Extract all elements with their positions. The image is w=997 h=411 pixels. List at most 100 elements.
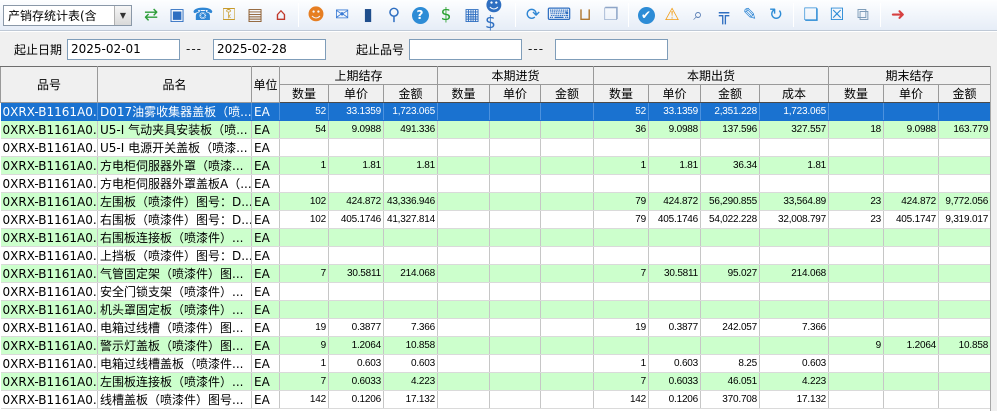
col-header-end-price[interactable]: 单价: [884, 85, 939, 103]
cell-item-name: 电箱过线槽盖板（喷漆件...: [98, 355, 252, 373]
window-icon[interactable]: ❏: [798, 3, 824, 28]
cell-unit: EA: [252, 283, 280, 301]
table-row[interactable]: 0XRX-B1161A0...电箱过线槽（喷漆件）图...EA190.38777…: [1, 319, 991, 337]
cell-pur-1: [490, 157, 541, 175]
table-row[interactable]: 0XRX-B1161A0...上挡板（喷漆件）图号：D...EA: [1, 247, 991, 265]
table-row[interactable]: 0XRX-B1161A0...机头罩固定板（喷漆件）...EA: [1, 301, 991, 319]
cell-prev-0: 19: [280, 319, 329, 337]
cell-item-no: 0XRX-B1161A0...: [1, 319, 98, 337]
table-row[interactable]: 0XRX-B1161A0...电箱过线槽盖板（喷漆件...EA10.6030.6…: [1, 355, 991, 373]
cell-prev-1: 30.5811: [329, 265, 384, 283]
cell-pur-0: [438, 211, 490, 229]
col-header-end-qty[interactable]: 数量: [829, 85, 884, 103]
computer-icon[interactable]: ▣: [164, 3, 190, 28]
col-header-pur-price[interactable]: 单价: [490, 85, 541, 103]
table-row[interactable]: 0XRX-B1161A0...右围板连接板（喷漆件）...EA: [1, 229, 991, 247]
table-row[interactable]: 0XRX-B1161A0...方电柜伺服器外罩盖板A（...EA: [1, 175, 991, 193]
cell-prev-2: 41,327.814: [384, 211, 438, 229]
table-row[interactable]: 0XRX-B1161A0...警示灯盖板（喷漆件）图...EA91.206410…: [1, 337, 991, 355]
cell-prev-2: [384, 175, 438, 193]
chevron-down-icon[interactable]: ▼: [114, 6, 131, 25]
item-from-input[interactable]: [409, 39, 522, 60]
approve-icon[interactable]: ✔: [633, 3, 659, 28]
col-header-ship-qty[interactable]: 数量: [594, 85, 649, 103]
refresh-icon[interactable]: ↻: [763, 3, 789, 28]
col-header-item-name[interactable]: 品名: [98, 67, 252, 103]
col-header-item-no[interactable]: 品号: [1, 67, 98, 103]
search-doc-icon[interactable]: ⌕: [685, 3, 711, 28]
statistics-table: 品号 品名 单位 上期结存 本期进货 本期出货 期末结存 数量 单价 金额 数量…: [0, 66, 991, 409]
date-from-input[interactable]: [67, 39, 180, 60]
cell-ship-0: 7: [594, 265, 649, 283]
date-to-input[interactable]: [213, 39, 326, 60]
cell-pur-1: [490, 121, 541, 139]
col-header-end-amount[interactable]: 金额: [939, 85, 991, 103]
cell-pur-1: [490, 301, 541, 319]
report-refresh-icon[interactable]: ⟳: [520, 3, 546, 28]
col-header-prev-price[interactable]: 单价: [329, 85, 384, 103]
report-type-dropdown[interactable]: 产销存统计表(含 ▼: [3, 5, 132, 26]
cell-pur-2: [541, 139, 594, 157]
notebook-icon[interactable]: ▮: [355, 3, 381, 28]
sitemap-icon[interactable]: ╦: [711, 3, 737, 28]
key-icon[interactable]: ⚲: [381, 3, 407, 28]
col-header-ship-cost[interactable]: 成本: [760, 85, 829, 103]
col-header-prev-amount[interactable]: 金额: [384, 85, 438, 103]
help-icon[interactable]: ?: [407, 3, 433, 28]
col-header-pur-qty[interactable]: 数量: [438, 85, 490, 103]
cell-item-no: 0XRX-B1161A0...: [1, 391, 98, 409]
lock-key-icon[interactable]: ⚿: [216, 3, 242, 28]
design-icon[interactable]: ✎: [737, 3, 763, 28]
briefcase-icon[interactable]: ▤: [242, 3, 268, 28]
cell-end-1: [884, 283, 939, 301]
cell-item-name: 机头罩固定板（喷漆件）...: [98, 301, 252, 319]
cell-prev-0: 54: [280, 121, 329, 139]
cell-unit: EA: [252, 193, 280, 211]
cell-unit: EA: [252, 337, 280, 355]
cell-pur-1: [490, 211, 541, 229]
col-header-ship-price[interactable]: 单价: [649, 85, 701, 103]
calculator-icon[interactable]: ⌨: [546, 3, 572, 28]
bell-icon[interactable]: ⚠: [659, 3, 685, 28]
mail-icon[interactable]: ✉: [329, 3, 355, 28]
home-icon[interactable]: ⌂: [268, 3, 294, 28]
table-row[interactable]: 0XRX-B1161A0...U5-I 气动夹具安装板（喷...EA549.09…: [1, 121, 991, 139]
table-row[interactable]: 0XRX-B1161A0...气管固定架（喷漆件）图...EA730.58112…: [1, 265, 991, 283]
money-icon[interactable]: $: [433, 3, 459, 28]
table-row[interactable]: 0XRX-B1161A0...左围板连接板（喷漆件）...EA70.60334.…: [1, 373, 991, 391]
cascade-icon[interactable]: ⧉: [850, 3, 876, 28]
cart-icon[interactable]: ▦: [459, 3, 485, 28]
col-header-pur-amount[interactable]: 金额: [541, 85, 594, 103]
cell-unit: EA: [252, 265, 280, 283]
table-row[interactable]: 0XRX-B1161A0...线槽盖板（喷漆件）图号...EA1420.1206…: [1, 391, 991, 409]
cell-end-2: [939, 391, 991, 409]
sync-icon[interactable]: ⇄: [138, 3, 164, 28]
cell-ship-3: [760, 283, 829, 301]
table-row[interactable]: 0XRX-B1161A0...U5-I 电源开关盖板（喷漆...EA: [1, 139, 991, 157]
cell-item-no: 0XRX-B1161A0...: [1, 247, 98, 265]
table-row[interactable]: 0XRX-B1161A0...右围板（喷漆件）图号：D...EA102405.1…: [1, 211, 991, 229]
col-header-ship-amount[interactable]: 金额: [701, 85, 760, 103]
close-window-icon[interactable]: ☒: [824, 3, 850, 28]
cell-prev-1: 0.3877: [329, 319, 384, 337]
cell-prev-2: [384, 229, 438, 247]
cell-ship-3: 327.557: [760, 121, 829, 139]
cell-pur-0: [438, 337, 490, 355]
table-row[interactable]: 0XRX-B1161A0...D017油雾收集器盖板（喷...EA5233.13…: [1, 103, 991, 121]
col-header-prev-qty[interactable]: 数量: [280, 85, 329, 103]
table-row[interactable]: 0XRX-B1161A0...方电柜伺服器外罩（喷漆...EA11.811.81…: [1, 157, 991, 175]
cell-ship-3: [760, 247, 829, 265]
user-money-icon[interactable]: ☻$: [485, 3, 511, 28]
archive-box-icon[interactable]: ⊔: [572, 3, 598, 28]
item-to-input[interactable]: [555, 39, 668, 60]
table-row[interactable]: 0XRX-B1161A0...安全门锁支架（喷漆件）...EA: [1, 283, 991, 301]
copy-icon[interactable]: ❐: [598, 3, 624, 28]
users-icon[interactable]: ☻: [303, 3, 329, 28]
phone-icon[interactable]: ☎: [190, 3, 216, 28]
cell-prev-0: 1: [280, 355, 329, 373]
exit-icon[interactable]: ➜: [885, 3, 911, 28]
cell-prev-0: [280, 283, 329, 301]
col-header-unit[interactable]: 单位: [252, 67, 280, 103]
cell-pur-0: [438, 229, 490, 247]
table-row[interactable]: 0XRX-B1161A0...左围板（喷漆件）图号：D...EA102424.8…: [1, 193, 991, 211]
